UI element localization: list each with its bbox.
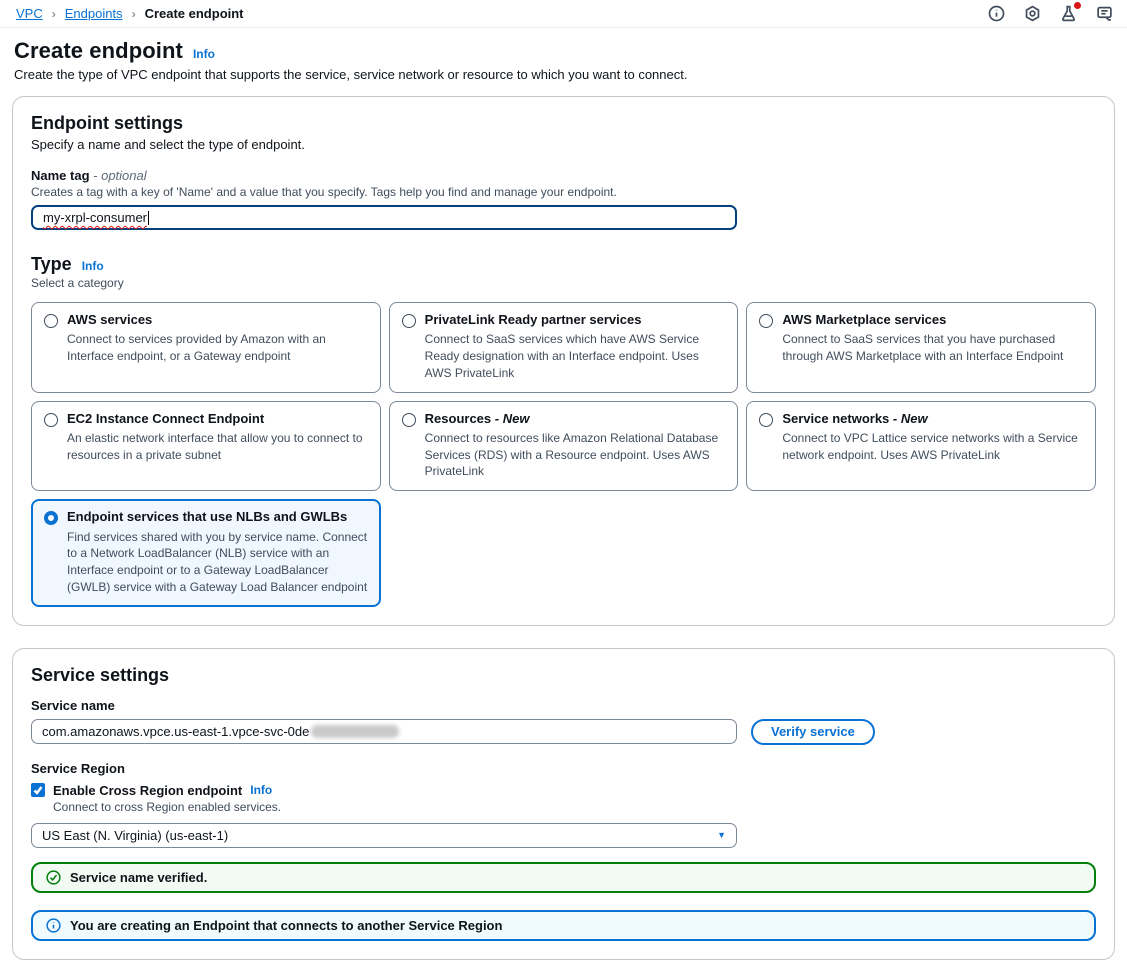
success-check-icon xyxy=(46,870,61,885)
tile-description: Connect to SaaS services which have AWS … xyxy=(425,331,726,381)
type-option-privatelink-partner[interactable]: PrivateLink Ready partner services Conne… xyxy=(389,302,739,393)
page-subtitle: Create the type of VPC endpoint that sup… xyxy=(14,67,1111,82)
radio-icon[interactable] xyxy=(44,314,58,328)
type-option-marketplace[interactable]: AWS Marketplace services Connect to SaaS… xyxy=(746,302,1096,393)
page-title: Create endpoint xyxy=(14,38,183,64)
new-badge: - New xyxy=(495,411,530,426)
radio-icon[interactable] xyxy=(44,413,58,427)
type-option-service-networks[interactable]: Service networks - New Connect to VPC La… xyxy=(746,401,1096,492)
service-name-input[interactable]: com.amazonaws.vpce.us-east-1.vpce-svc-0d… xyxy=(31,719,737,744)
tile-title: Resources - New xyxy=(425,411,726,427)
info-alert-text: You are creating an Endpoint that connec… xyxy=(70,918,502,933)
tile-title: PrivateLink Ready partner services xyxy=(425,312,726,328)
tile-title: Service networks - New xyxy=(782,411,1083,427)
name-tag-value: my-xrpl-consumer xyxy=(43,210,147,225)
type-option-resources[interactable]: Resources - New Connect to resources lik… xyxy=(389,401,739,492)
cross-region-checkbox-label: Enable Cross Region endpoint xyxy=(53,783,242,798)
breadcrumb-separator: › xyxy=(132,7,136,21)
cross-region-description: Connect to cross Region enabled services… xyxy=(53,800,1096,814)
service-settings-card: Service settings Service name com.amazon… xyxy=(12,648,1115,960)
type-info-link[interactable]: Info xyxy=(82,259,104,273)
text-cursor xyxy=(148,211,149,225)
breadcrumb-endpoints[interactable]: Endpoints xyxy=(65,6,123,21)
feedback-icon[interactable] xyxy=(1096,5,1113,22)
tile-title: AWS Marketplace services xyxy=(782,312,1083,328)
radio-icon[interactable] xyxy=(402,314,416,328)
tile-title: AWS services xyxy=(67,312,368,328)
tile-description: Find services shared with you by service… xyxy=(67,529,368,596)
page-header: Create endpoint Info Create the type of … xyxy=(0,28,1127,82)
info-icon[interactable] xyxy=(988,5,1005,22)
tile-title: EC2 Instance Connect Endpoint xyxy=(67,411,368,427)
type-option-aws-services[interactable]: AWS services Connect to services provide… xyxy=(31,302,381,393)
type-section-title: Type xyxy=(31,254,72,275)
region-select-value: US East (N. Virginia) (us-east-1) xyxy=(42,828,228,843)
radio-icon[interactable] xyxy=(759,413,773,427)
region-select[interactable]: US East (N. Virginia) (us-east-1) ▼ xyxy=(31,823,737,848)
tile-description: Connect to resources like Amazon Relatio… xyxy=(425,430,726,480)
success-alert-text: Service name verified. xyxy=(70,870,207,885)
service-settings-title: Service settings xyxy=(31,665,1096,686)
endpoint-settings-title: Endpoint settings xyxy=(31,113,1096,134)
name-tag-input[interactable]: my-xrpl-consumer xyxy=(31,205,737,230)
radio-icon[interactable] xyxy=(759,314,773,328)
tile-title: Endpoint services that use NLBs and GWLB… xyxy=(67,509,368,525)
name-tag-optional: - optional xyxy=(93,168,146,183)
cross-region-checkbox[interactable] xyxy=(31,783,45,797)
cross-region-info-alert: You are creating an Endpoint that connec… xyxy=(31,910,1096,941)
type-section-subtitle: Select a category xyxy=(31,276,1096,290)
top-navigation-bar: VPC › Endpoints › Create endpoint xyxy=(0,0,1127,28)
breadcrumb: VPC › Endpoints › Create endpoint xyxy=(16,6,244,21)
tile-description: Connect to VPC Lattice service networks … xyxy=(782,430,1083,464)
radio-icon-selected[interactable] xyxy=(44,511,58,525)
name-tag-label: Name tag - optional xyxy=(31,168,1096,183)
name-tag-description: Creates a tag with a key of 'Name' and a… xyxy=(31,185,1096,199)
verify-service-button[interactable]: Verify service xyxy=(751,719,875,745)
type-option-ec2-instance-connect[interactable]: EC2 Instance Connect Endpoint An elastic… xyxy=(31,401,381,492)
tile-description: Connect to services provided by Amazon w… xyxy=(67,331,368,365)
notification-dot xyxy=(1074,2,1081,9)
endpoint-settings-subtitle: Specify a name and select the type of en… xyxy=(31,137,1096,152)
cross-region-info-link[interactable]: Info xyxy=(250,783,272,797)
new-badge: - New xyxy=(893,411,928,426)
type-radio-group: AWS services Connect to services provide… xyxy=(31,302,1096,607)
tile-description: An elastic network interface that allow … xyxy=(67,430,368,464)
page-info-link[interactable]: Info xyxy=(193,47,215,61)
labs-flask-icon[interactable] xyxy=(1060,5,1077,22)
radio-icon[interactable] xyxy=(402,413,416,427)
service-verified-alert: Service name verified. xyxy=(31,862,1096,893)
service-region-label: Service Region xyxy=(31,761,1096,776)
service-name-value: com.amazonaws.vpce.us-east-1.vpce-svc-0d… xyxy=(42,724,309,739)
gear-icon[interactable] xyxy=(1024,5,1041,22)
breadcrumb-vpc[interactable]: VPC xyxy=(16,6,43,21)
tile-description: Connect to SaaS services that you have p… xyxy=(782,331,1083,365)
info-circle-icon xyxy=(46,918,61,933)
service-name-label: Service name xyxy=(31,698,1096,713)
breadcrumb-separator: › xyxy=(52,7,56,21)
endpoint-settings-card: Endpoint settings Specify a name and sel… xyxy=(12,96,1115,626)
chevron-down-icon: ▼ xyxy=(717,830,726,840)
type-option-endpoint-services-nlb-gwlb[interactable]: Endpoint services that use NLBs and GWLB… xyxy=(31,499,381,606)
redacted-text xyxy=(311,725,399,738)
breadcrumb-current: Create endpoint xyxy=(145,6,244,21)
